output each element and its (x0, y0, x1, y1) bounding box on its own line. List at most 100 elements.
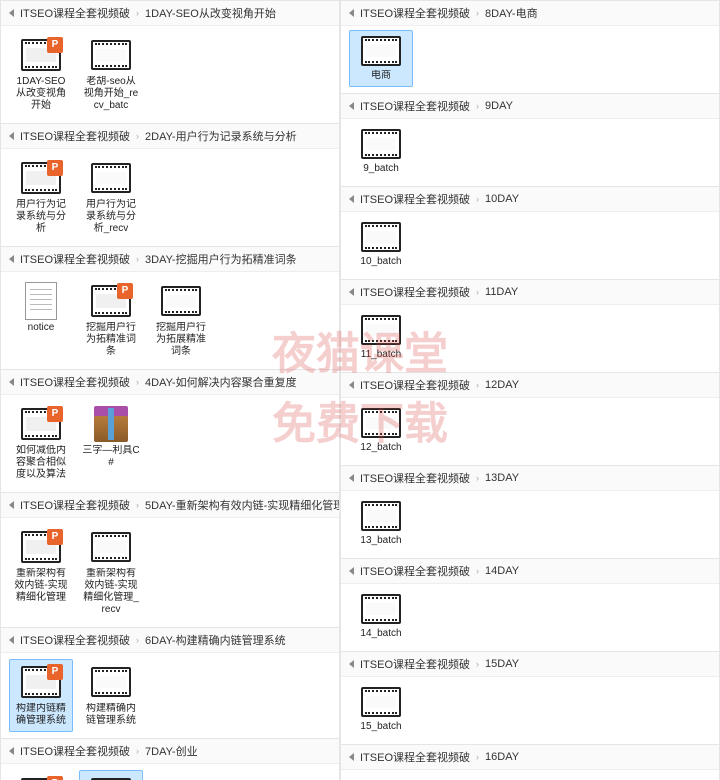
file-item[interactable]: 11_batch (349, 309, 413, 366)
breadcrumb-root[interactable]: ITSEO课程全套视频破 (20, 374, 130, 390)
back-icon[interactable] (349, 9, 354, 17)
breadcrumb-leaf[interactable]: 14DAY (485, 565, 519, 577)
breadcrumb-root[interactable]: ITSEO课程全套视频破 (360, 98, 470, 114)
file-item[interactable]: 电商 (349, 30, 413, 87)
breadcrumb-leaf[interactable]: 16DAY (485, 751, 519, 763)
file-item[interactable]: 用户行为记录系统与分析_recv (79, 155, 143, 240)
video-icon (361, 222, 401, 252)
file-item[interactable]: 三字—利具C# (79, 401, 143, 486)
back-icon[interactable] (9, 255, 14, 263)
breadcrumb-root[interactable]: ITSEO课程全套视频破 (20, 5, 130, 21)
breadcrumb-root[interactable]: ITSEO课程全套视频破 (360, 563, 470, 579)
back-icon[interactable] (9, 747, 14, 755)
chevron-right-icon: › (136, 635, 139, 645)
breadcrumb-leaf[interactable]: 5DAY-重新架构有效内链-实现精细化管理 (145, 497, 339, 513)
back-icon[interactable] (9, 378, 14, 386)
back-icon[interactable] (349, 195, 354, 203)
items-area: 16_batch (341, 770, 719, 780)
breadcrumb-leaf[interactable]: 6DAY-构建精确内链管理系统 (145, 632, 286, 648)
breadcrumb-leaf[interactable]: 13DAY (485, 472, 519, 484)
back-icon[interactable] (349, 660, 354, 668)
breadcrumb-root[interactable]: ITSEO课程全套视频破 (360, 656, 470, 672)
breadcrumb[interactable]: ITSEO课程全套视频破 › 6DAY-构建精确内链管理系统 (1, 628, 339, 653)
breadcrumb-root[interactable]: ITSEO课程全套视频破 (20, 497, 130, 513)
breadcrumb-leaf[interactable]: 8DAY-电商 (485, 5, 538, 21)
breadcrumb[interactable]: ITSEO课程全套视频破›11DAY (341, 280, 719, 305)
chevron-right-icon: › (136, 131, 139, 141)
file-item[interactable]: 16_batch (349, 774, 413, 780)
breadcrumb[interactable]: ITSEO课程全套视频破›15DAY (341, 652, 719, 677)
breadcrumb[interactable]: ITSEO课程全套视频破›16DAY (341, 745, 719, 770)
breadcrumb-root[interactable]: ITSEO课程全套视频破 (360, 377, 470, 393)
items-area: noticeP挖掘用户行为拓精准词条挖掘用户行为拓展精准词条 (1, 272, 339, 369)
file-item[interactable]: notice (9, 278, 73, 363)
breadcrumb-leaf[interactable]: 12DAY (485, 379, 519, 391)
breadcrumb[interactable]: ITSEO课程全套视频破›10DAY (341, 187, 719, 212)
file-item[interactable]: 13_batch (349, 495, 413, 552)
breadcrumb[interactable]: ITSEO课程全套视频破 › 14DAY (341, 559, 719, 584)
file-item[interactable]: 创业_recv (79, 770, 143, 780)
file-item[interactable]: 10_batch (349, 216, 413, 273)
back-icon[interactable] (349, 567, 354, 575)
breadcrumb-leaf[interactable]: 15DAY (485, 658, 519, 670)
breadcrumb-root[interactable]: ITSEO课程全套视频破 (360, 191, 470, 207)
breadcrumb-root[interactable]: ITSEO课程全套视频破 (360, 5, 470, 21)
file-item[interactable]: P创业 (9, 770, 73, 780)
file-item[interactable]: 重新架构有效内链-实现精细化管理_recv (79, 524, 143, 621)
breadcrumb-leaf[interactable]: 2DAY-用户行为记录系统与分析 (145, 128, 297, 144)
breadcrumb[interactable]: ITSEO课程全套视频破›5DAY-重新架构有效内链-实现精细化管理 (1, 493, 339, 518)
back-icon[interactable] (9, 132, 14, 140)
breadcrumb-root[interactable]: ITSEO课程全套视频破 (20, 128, 130, 144)
breadcrumb-root[interactable]: ITSEO课程全套视频破 (360, 749, 470, 765)
file-item[interactable]: P1DAY-SEO从改变视角开始 (9, 32, 73, 117)
breadcrumb-leaf[interactable]: 3DAY-挖掘用户行为拓精准词条 (145, 251, 297, 267)
breadcrumb[interactable]: ITSEO课程全套视频破›12DAY (341, 373, 719, 398)
breadcrumb-leaf[interactable]: 11DAY (485, 286, 518, 298)
file-thumbnail (361, 500, 401, 532)
file-label: 构建内链精确管理系统 (12, 703, 70, 727)
back-icon[interactable] (349, 102, 354, 110)
file-item[interactable]: 老胡-seo从视角开始_recv_batc (79, 32, 143, 117)
back-icon[interactable] (349, 474, 354, 482)
breadcrumb-leaf[interactable]: 9DAY (485, 100, 513, 112)
back-icon[interactable] (9, 9, 14, 17)
file-thumbnail: P (89, 283, 133, 319)
file-item[interactable]: P构建内链精确管理系统 (9, 659, 73, 732)
file-item[interactable]: 15_batch (349, 681, 413, 738)
chevron-right-icon: › (476, 566, 479, 576)
breadcrumb[interactable]: ITSEO课程全套视频破›4DAY-如何解决内容聚合重复度 (1, 370, 339, 395)
breadcrumb-root[interactable]: ITSEO课程全套视频破 (360, 284, 470, 300)
folder-section: ITSEO课程全套视频破›15DAY 15_batch (340, 652, 720, 745)
file-item[interactable]: 14_batch (349, 588, 413, 645)
breadcrumb-leaf[interactable]: 7DAY-创业 (145, 743, 198, 759)
breadcrumb-leaf[interactable]: 4DAY-如何解决内容聚合重复度 (145, 374, 297, 390)
file-item[interactable]: P重新架构有效内链-实现精细化管理 (9, 524, 73, 621)
back-icon[interactable] (349, 753, 354, 761)
items-area: 9_batch (341, 119, 719, 186)
breadcrumb[interactable]: ITSEO课程全套视频破›1DAY-SEO从改变视角开始 (1, 1, 339, 26)
breadcrumb-root[interactable]: ITSEO课程全套视频破 (20, 632, 130, 648)
folder-section: ITSEO课程全套视频破 › 2DAY-用户行为记录系统与分析 P用户行为记录系统与分… (0, 124, 340, 247)
file-item[interactable]: 9_batch (349, 123, 413, 180)
back-icon[interactable] (349, 381, 354, 389)
breadcrumb[interactable]: ITSEO课程全套视频破›8DAY-电商 (341, 1, 719, 26)
breadcrumb-leaf[interactable]: 10DAY (485, 193, 519, 205)
file-item[interactable]: P挖掘用户行为拓精准词条 (79, 278, 143, 363)
breadcrumb[interactable]: ITSEO课程全套视频破 › 2DAY-用户行为记录系统与分析 (1, 124, 339, 149)
file-item[interactable]: P用户行为记录系统与分析 (9, 155, 73, 240)
file-item[interactable]: P如何减低内容聚合相似度以及算法 (9, 401, 73, 486)
back-icon[interactable] (9, 501, 14, 509)
breadcrumb-root[interactable]: ITSEO课程全套视频破 (360, 470, 470, 486)
back-icon[interactable] (9, 636, 14, 644)
breadcrumb-root[interactable]: ITSEO课程全套视频破 (20, 743, 130, 759)
breadcrumb[interactable]: ITSEO课程全套视频破›9DAY (341, 94, 719, 119)
breadcrumb-root[interactable]: ITSEO课程全套视频破 (20, 251, 130, 267)
breadcrumb[interactable]: ITSEO课程全套视频破›7DAY-创业 (1, 739, 339, 764)
breadcrumb[interactable]: ITSEO课程全套视频破›3DAY-挖掘用户行为拓精准词条 (1, 247, 339, 272)
file-item[interactable]: 挖掘用户行为拓展精准词条 (149, 278, 213, 363)
back-icon[interactable] (349, 288, 354, 296)
file-item[interactable]: 构建精确内链管理系统 (79, 659, 143, 732)
breadcrumb[interactable]: ITSEO课程全套视频破›13DAY (341, 466, 719, 491)
file-item[interactable]: 12_batch (349, 402, 413, 459)
breadcrumb-leaf[interactable]: 1DAY-SEO从改变视角开始 (145, 5, 276, 21)
